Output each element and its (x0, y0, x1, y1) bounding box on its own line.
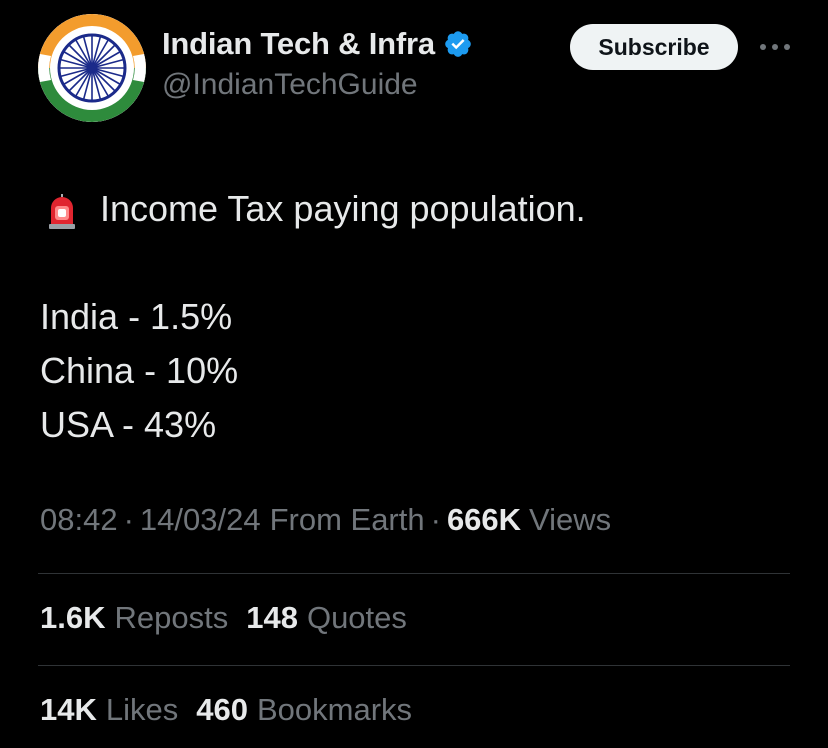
display-name-row: Indian Tech & Infra (162, 24, 473, 64)
divider (38, 665, 790, 666)
tweet-header: Indian Tech & Infra @IndianTechGuide Sub… (38, 14, 828, 124)
views-count: 666K (446, 502, 522, 537)
bookmarks-label: Bookmarks (256, 692, 413, 727)
divider (38, 573, 790, 574)
tweet-text: Income Tax paying population. India - 1.… (40, 182, 800, 452)
tweet-line-usa: USA - 43% (40, 404, 217, 445)
tweet-date[interactable]: 14/03/24 (140, 502, 261, 538)
subscribe-button[interactable]: Subscribe (570, 24, 738, 70)
quotes-stat[interactable]: 148 Quotes (246, 600, 407, 636)
tweet-headline-line: Income Tax paying population. (40, 182, 800, 236)
tweet-meta: 08:42 · 14/03/24 From Earth · 666K Views (40, 502, 611, 538)
views-label: Views (529, 502, 612, 537)
police-siren-icon (46, 191, 78, 229)
more-options-button[interactable] (758, 34, 792, 60)
likes-stat[interactable]: 14K Likes (40, 692, 178, 728)
author-info: Indian Tech & Infra @IndianTechGuide (162, 24, 473, 102)
reposts-count: 1.6K (40, 600, 106, 635)
tweet-source: From Earth (269, 502, 425, 537)
more-dots-icon (760, 44, 790, 50)
verified-badge-icon[interactable] (443, 29, 473, 59)
meta-separator: · (430, 502, 441, 537)
quotes-label: Quotes (306, 600, 407, 635)
tweet-line-india: India - 1.5% (40, 296, 233, 337)
author-handle[interactable]: @IndianTechGuide (162, 68, 473, 102)
engagement-row-reposts-quotes: 1.6K Reposts 148 Quotes (40, 600, 425, 636)
tweet-line-china: China - 10% (40, 350, 239, 391)
likes-count: 14K (40, 692, 97, 727)
quotes-count: 148 (246, 600, 298, 635)
bookmarks-count: 460 (196, 692, 248, 727)
likes-label: Likes (105, 692, 179, 727)
tweet-time[interactable]: 08:42 (40, 502, 118, 538)
indian-flag-chakra-avatar-icon (38, 14, 146, 122)
author-display-name[interactable]: Indian Tech & Infra (162, 26, 435, 62)
tweet-headline: Income Tax paying population. (100, 188, 586, 229)
meta-separator: · (123, 502, 134, 537)
reposts-stat[interactable]: 1.6K Reposts (40, 600, 228, 636)
engagement-row-likes-bookmarks: 14K Likes 460 Bookmarks (40, 692, 430, 728)
reposts-label: Reposts (114, 600, 229, 635)
author-avatar[interactable] (38, 14, 146, 122)
bookmarks-stat[interactable]: 460 Bookmarks (196, 692, 412, 728)
